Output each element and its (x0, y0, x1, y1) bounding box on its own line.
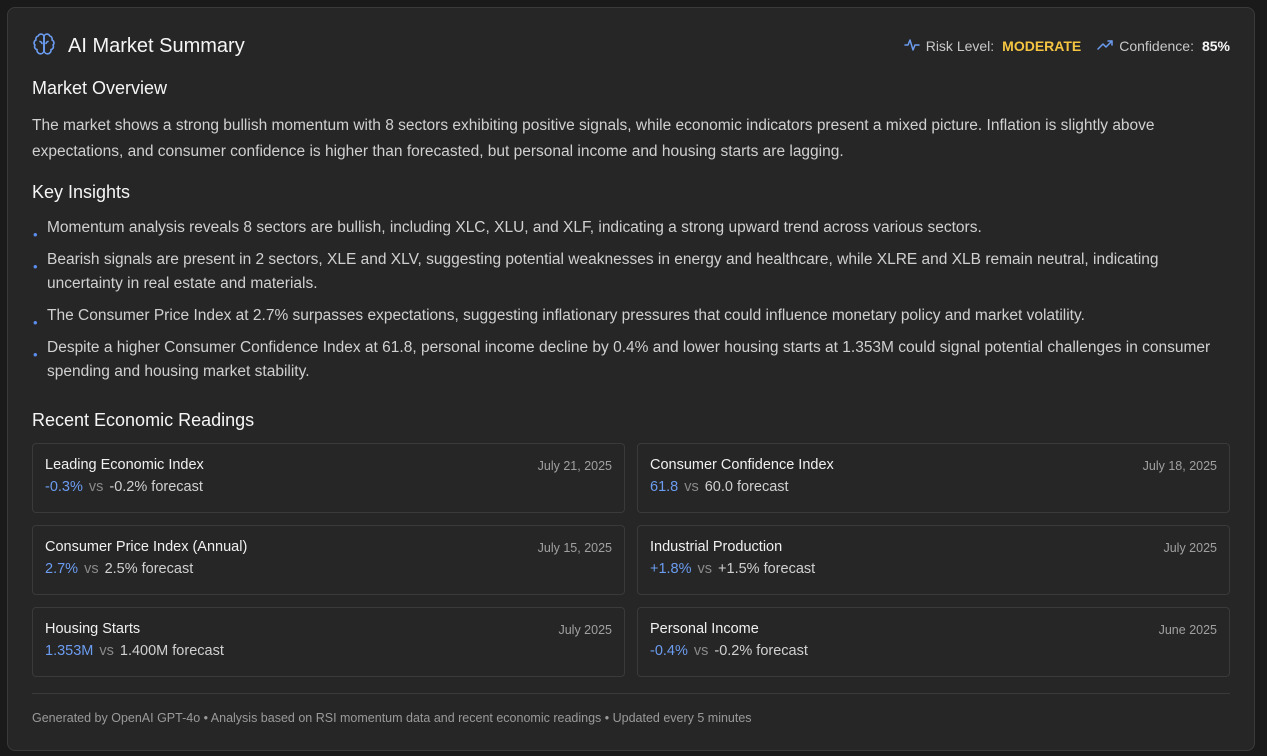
insight-item: • Despite a higher Consumer Confidence I… (32, 336, 1232, 384)
summary-header: AI Market Summary Risk Level: MODERATE C… (32, 32, 1230, 60)
risk-level-label: Risk Level: (925, 38, 995, 54)
insight-item: • Momentum analysis reveals 8 sectors ar… (32, 216, 1232, 242)
key-insights-list: • Momentum analysis reveals 8 sectors ar… (32, 216, 1232, 392)
insight-text: Despite a higher Consumer Confidence Ind… (47, 339, 1211, 380)
reading-actual: 2.7% (45, 561, 79, 577)
confidence-value: 85% (1201, 38, 1230, 54)
reading-forecast: -0.2% forecast (109, 479, 203, 495)
reading-card-industrial-production: Industrial Production July 2025 +1.8% vs +… (637, 525, 1230, 595)
reading-vs: vs (84, 561, 99, 577)
footer-divider (32, 693, 1230, 694)
reading-values: 61.8 vs 60.0 forecast (650, 479, 1217, 495)
bullet-icon: • (33, 315, 38, 330)
reading-date: July 2025 (1163, 541, 1217, 555)
ai-market-summary-card: AI Market Summary Risk Level: MODERATE C… (7, 7, 1255, 751)
reading-name: Housing Starts (45, 621, 141, 637)
reading-vs: vs (684, 479, 699, 495)
reading-forecast: +1.5% forecast (718, 561, 816, 577)
activity-icon (903, 37, 920, 56)
risk-level-value: MODERATE (1002, 38, 1082, 54)
confidence-label: Confidence: (1119, 38, 1194, 54)
insight-item: • Bearish signals are present in 2 secto… (32, 248, 1232, 296)
reading-date: June 2025 (1158, 623, 1217, 637)
page-title: AI Market Summary (68, 34, 245, 57)
reading-forecast: 60.0 forecast (704, 479, 789, 495)
reading-vs: vs (697, 561, 713, 577)
reading-date: July 2025 (558, 623, 612, 637)
reading-values: -0.4% vs -0.2% forecast (650, 643, 1217, 659)
risk-level-metric: Risk Level: MODERATE (903, 37, 1082, 56)
key-insights-title: Key Insights (32, 182, 131, 202)
reading-vs: vs (88, 479, 104, 495)
recent-readings-title: Recent Economic Readings (32, 410, 255, 430)
reading-vs: vs (99, 643, 114, 659)
brain-icon (32, 32, 56, 61)
title-group: AI Market Summary (32, 32, 245, 61)
reading-actual: 1.353M (45, 643, 94, 659)
bullet-icon: • (33, 347, 38, 362)
reading-card-consumer-price-index: Consumer Price Index (Annual) July 15, 2… (32, 525, 625, 595)
reading-date: July 21, 2025 (537, 459, 612, 473)
reading-values: 2.7% vs 2.5% forecast (45, 561, 612, 577)
readings-grid: Leading Economic Index July 21, 2025 -0.… (32, 443, 1230, 677)
reading-name: Consumer Price Index (Annual) (45, 539, 248, 555)
market-overview-title: Market Overview (32, 78, 168, 98)
insight-text: The Consumer Price Index at 2.7% surpass… (47, 307, 1085, 324)
insight-item: • The Consumer Price Index at 2.7% surpa… (32, 304, 1232, 330)
reading-actual: 61.8 (650, 479, 679, 495)
reading-name: Personal Income (650, 621, 759, 637)
reading-values: +1.8% vs +1.5% forecast (650, 561, 1217, 577)
bullet-icon: • (33, 227, 38, 242)
reading-date: July 15, 2025 (537, 541, 612, 555)
reading-actual: +1.8% (650, 561, 692, 577)
reading-forecast: 1.400M forecast (119, 643, 224, 659)
reading-card-consumer-confidence-index: Consumer Confidence Index July 18, 2025 … (637, 443, 1230, 513)
reading-actual: -0.4% (650, 643, 688, 659)
reading-forecast: 2.5% forecast (104, 561, 194, 577)
insight-text: Bearish signals are present in 2 sectors… (47, 251, 1159, 292)
reading-date: July 18, 2025 (1142, 459, 1217, 473)
reading-name: Consumer Confidence Index (650, 457, 834, 473)
trending-up-icon (1097, 37, 1113, 56)
reading-card-leading-economic-index: Leading Economic Index July 21, 2025 -0.… (32, 443, 625, 513)
reading-forecast: -0.2% forecast (714, 643, 808, 659)
reading-vs: vs (693, 643, 709, 659)
reading-card-personal-income: Personal Income June 2025 -0.4% vs -0.2% f… (637, 607, 1230, 677)
bullet-icon: • (33, 259, 38, 274)
footer-text: Generated by OpenAI GPT-4o • Analysis ba… (32, 711, 752, 725)
reading-values: 1.353M vs 1.400M forecast (45, 643, 612, 659)
reading-actual: -0.3% (45, 479, 83, 495)
confidence-metric: Confidence: 85% (1097, 37, 1230, 56)
insight-text: Momentum analysis reveals 8 sectors are … (47, 219, 982, 236)
reading-values: -0.3% vs -0.2% forecast (45, 479, 612, 495)
reading-name: Industrial Production (650, 539, 783, 555)
summary-metrics: Risk Level: MODERATE Confidence: 85% (888, 37, 1230, 56)
reading-card-housing-starts: Housing Starts July 2025 1.353M vs 1.400M … (32, 607, 625, 677)
market-overview-text: The market shows a strong bullish moment… (32, 117, 1155, 160)
reading-name: Leading Economic Index (45, 457, 204, 473)
